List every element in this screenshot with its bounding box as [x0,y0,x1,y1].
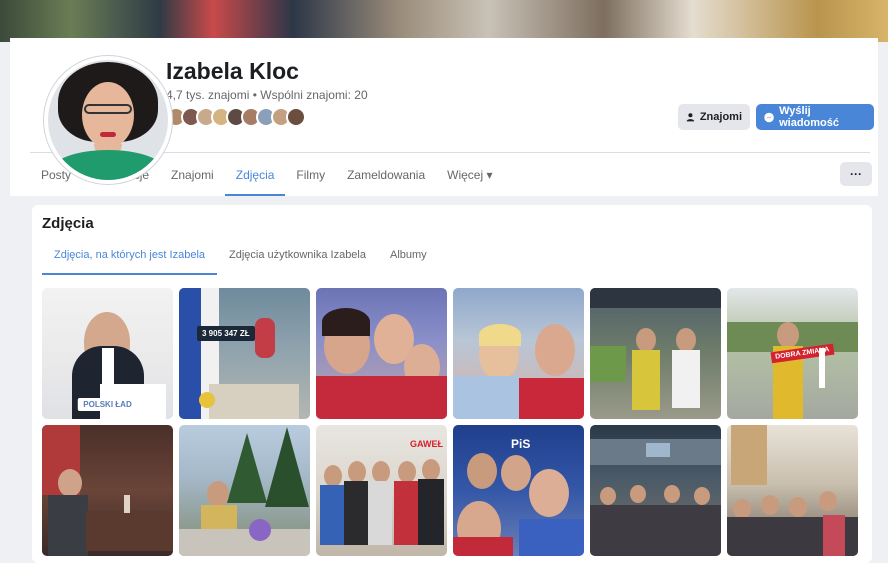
messenger-icon [764,112,774,122]
tab-friends[interactable]: Znajomi [160,160,225,196]
profile-name: Izabela Kloc [166,58,299,84]
profile-avatar[interactable] [44,56,172,184]
polski-lad-logo: POLSKI ŁAD [77,398,138,411]
person-icon [686,113,695,122]
photos-section-title: Zdjęcia [42,215,94,232]
photo-grid: POLSKI ŁAD 3 905 347 ZŁ DOBRA ZMIANA GAW… [42,288,858,556]
tab-more[interactable]: Więcej ▾ [436,160,503,196]
subtab-albums[interactable]: Albumy [378,241,439,275]
more-options-button[interactable]: ··· [840,162,872,186]
photo-thumbnail[interactable] [590,425,721,556]
cover-photo[interactable] [0,0,888,42]
send-message-button[interactable]: Wyślij wiadomość [756,104,874,130]
pis-logo: PiS [511,437,531,451]
photos-subtabs: Zdjęcia, na których jest Izabela Zdjęcia… [42,241,439,275]
friends-count[interactable]: 4,7 tys. znajomi • Wspólni znajomi: 20 [166,88,368,102]
photos-section: Zdjęcia Zdjęcia, na których jest Izabela… [32,205,872,563]
subtab-user-photos[interactable]: Zdjęcia użytkownika Izabela [217,241,378,275]
photo-thumbnail[interactable]: PiS [453,425,584,556]
tab-photos[interactable]: Zdjęcia [224,160,286,196]
photo-thumbnail[interactable]: POLSKI ŁAD [42,288,173,419]
photo-thumbnail[interactable] [590,288,721,419]
photo-thumbnail[interactable] [453,288,584,419]
photo-thumbnail[interactable] [42,425,173,556]
tab-check-ins[interactable]: Zameldowania [336,160,436,196]
subtab-photos-of[interactable]: Zdjęcia, na których jest Izabela [42,241,218,275]
photo-thumbnail[interactable] [179,425,310,556]
mutual-friends-avatars[interactable] [166,107,306,127]
photo-thumbnail[interactable]: DOBRA ZMIANA [727,288,858,419]
mutual-friend-avatar[interactable] [286,107,306,127]
photo-thumbnail[interactable]: 3 905 347 ZŁ [179,288,310,419]
friends-button[interactable]: Znajomi [678,104,750,130]
friends-button-label: Znajomi [699,111,742,123]
amount-sign: 3 905 347 ZŁ [197,326,255,341]
gawel-sign: GAWEŁ [410,439,443,449]
photo-thumbnail[interactable] [316,288,447,419]
tab-videos[interactable]: Filmy [285,160,336,196]
photo-thumbnail[interactable] [727,425,858,556]
send-message-label: Wyślij wiadomość [779,105,840,129]
photo-thumbnail[interactable]: GAWEŁ [316,425,447,556]
